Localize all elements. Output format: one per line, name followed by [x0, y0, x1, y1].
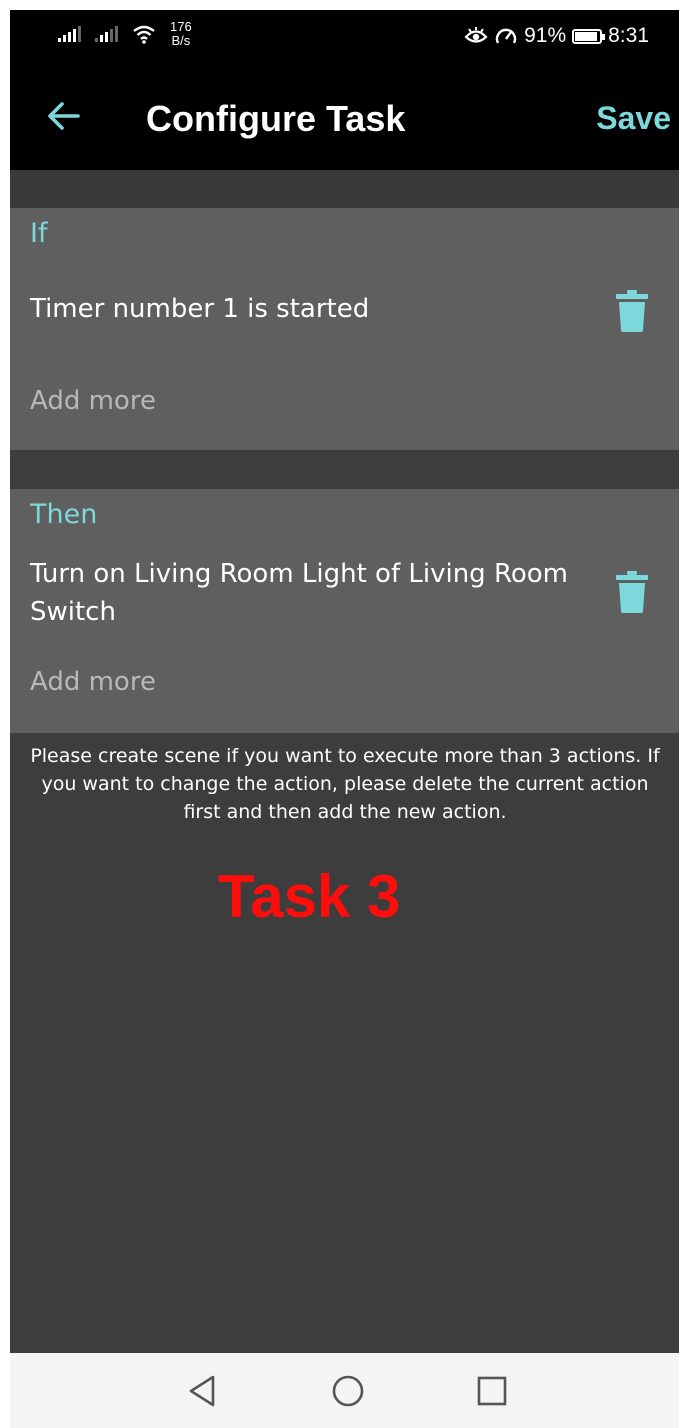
network-speed: 176 B/s: [170, 20, 192, 48]
section-spacer: [10, 170, 679, 208]
status-right: 91% 8:31: [464, 24, 649, 48]
task-overlay-label: Task 3: [218, 863, 401, 930]
speedometer-icon: [495, 28, 517, 44]
network-speed-unit: B/s: [171, 33, 191, 48]
wifi-icon: [133, 25, 155, 44]
status-left: 176 B/s: [58, 20, 192, 48]
if-section: If Timer number 1 is started Add more: [10, 208, 679, 450]
page-title: Configure Task: [146, 98, 406, 139]
battery-icon: [572, 28, 606, 44]
battery-percent: 91%: [524, 24, 567, 47]
phone-screen: 176 B/s 91% 8:31 Configure Task Save If …: [10, 10, 679, 1428]
if-add-more-button[interactable]: Add more: [30, 386, 156, 416]
home-circle-icon[interactable]: [330, 1373, 366, 1409]
eye-icon: [464, 27, 488, 43]
if-condition[interactable]: Timer number 1 is started: [30, 290, 590, 328]
battery-fill: [575, 31, 597, 41]
app-bar: Configure Task Save: [10, 66, 679, 170]
clock: 8:31: [608, 24, 649, 47]
signal-icon: [58, 26, 81, 42]
if-section-label: If: [30, 218, 48, 249]
arrow-left-icon[interactable]: [44, 96, 84, 136]
status-bar: 176 B/s 91% 8:31: [10, 10, 679, 66]
then-action[interactable]: Turn on Living Room Light of Living Room…: [30, 555, 590, 631]
navigation-bar: [10, 1353, 679, 1428]
then-section: Then Turn on Living Room Light of Living…: [10, 489, 679, 733]
then-add-more-button[interactable]: Add more: [30, 667, 156, 697]
recents-square-icon[interactable]: [474, 1373, 510, 1409]
signal-icon: [95, 26, 118, 42]
network-speed-value: 176: [170, 19, 192, 34]
info-note: Please create scene if you want to execu…: [30, 745, 660, 823]
trash-icon[interactable]: [615, 290, 649, 332]
save-button[interactable]: Save: [596, 100, 671, 137]
then-section-label: Then: [30, 499, 98, 530]
back-triangle-icon[interactable]: [185, 1373, 221, 1409]
trash-icon[interactable]: [615, 571, 649, 613]
